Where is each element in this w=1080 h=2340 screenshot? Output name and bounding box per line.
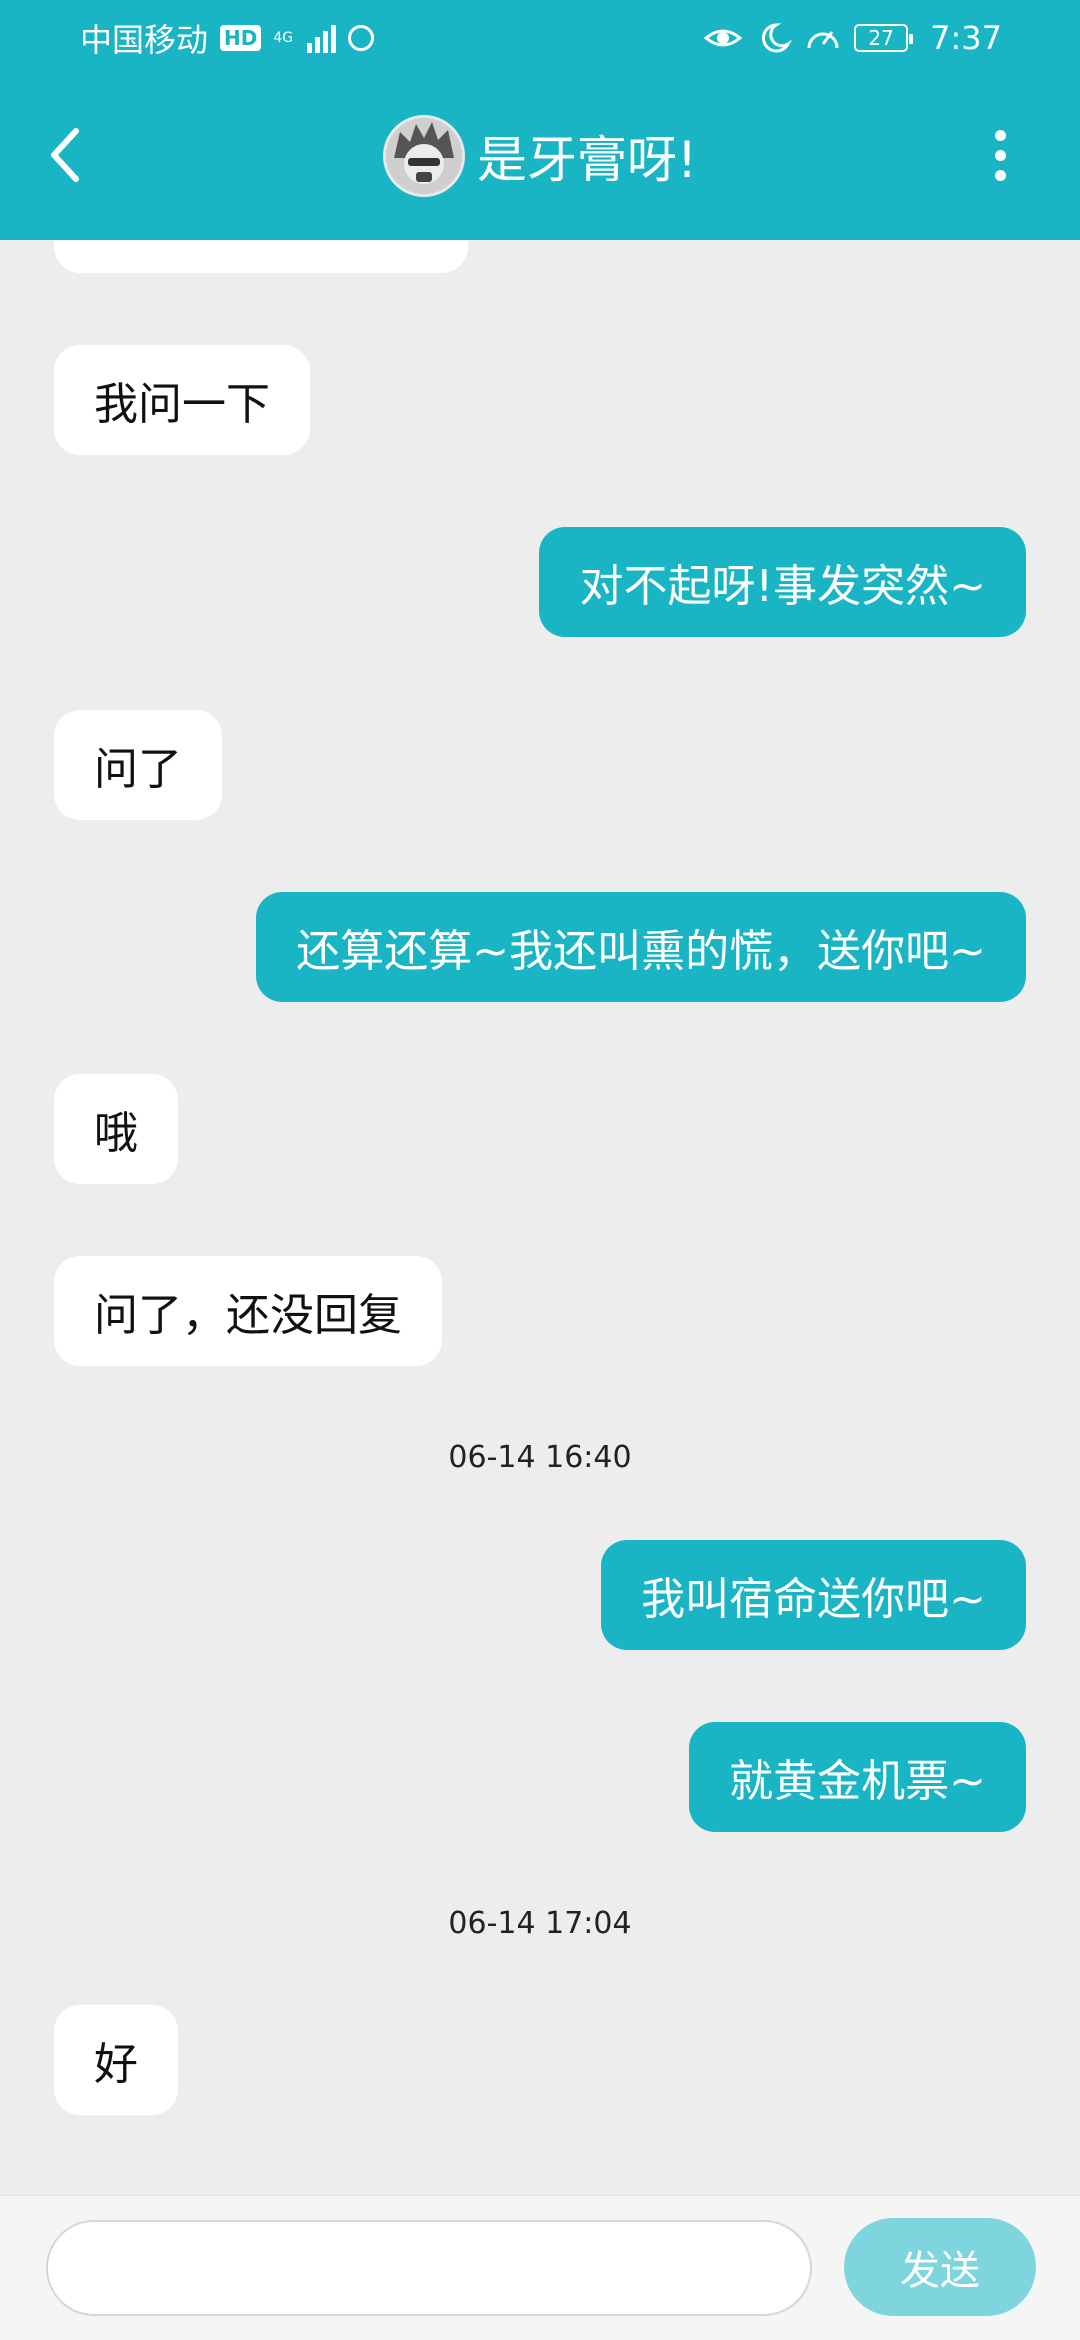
moon-icon [762,22,793,52]
message-list[interactable]: 我问一下 对不起呀!事发突然~ 问了 还算还算~我还叫熏的慌，送你吧~ 哦 问了… [0,240,1080,2195]
nav-bar: 是牙膏呀! [0,75,1080,240]
network-type: 4G [273,29,294,46]
status-bar: 中国移动 HD 4G 27 7:37 [0,0,1080,75]
message-bubble-incoming[interactable]: 问了 [54,710,222,820]
more-dot-icon [994,129,1006,141]
more-dot-icon [994,149,1006,161]
status-left: 中国移动 HD 4G [80,15,375,61]
send-button[interactable]: 发送 [844,2218,1036,2316]
signal-icon [307,23,337,53]
app-header: 中国移动 HD 4G 27 7:37 是牙膏呀! [0,0,1080,240]
message-bubble-partial[interactable] [54,240,468,273]
message-input[interactable] [46,2220,812,2316]
message-timestamp: 06-14 17:04 [448,1906,632,1941]
more-options-button[interactable] [980,115,1020,195]
battery-icon: 27 [854,23,914,52]
message-bubble-incoming[interactable]: 我问一下 [54,345,310,455]
eye-comfort-icon [704,29,743,46]
avatar[interactable] [382,115,465,197]
message-bubble-outgoing[interactable]: 我叫宿命送你吧~ [601,1540,1026,1650]
carrier-label: 中国移动 [80,20,209,59]
more-dot-icon [994,169,1006,181]
message-bubble-incoming[interactable]: 问了，还没回复 [54,1256,442,1366]
message-bubble-outgoing[interactable]: 对不起呀!事发突然~ [539,527,1026,637]
chat-header: 是牙膏呀! [0,113,1080,199]
avatar-image [385,118,462,194]
message-bubble-incoming[interactable]: 哦 [54,1074,178,1184]
hd-badge: HD [220,24,262,51]
message-timestamp: 06-14 16:40 [448,1440,632,1475]
message-bubble-outgoing[interactable]: 还算还算~我还叫熏的慌，送你吧~ [256,892,1026,1002]
composer-bar: 发送 [0,2195,1080,2340]
speed-icon [807,30,839,48]
status-right: 27 7:37 [704,19,1002,57]
clock-time: 7:37 [930,18,1002,57]
chat-title: 是牙膏呀! [476,131,698,189]
message-bubble-incoming[interactable]: 好 [54,2005,178,2115]
message-bubble-outgoing[interactable]: 就黄金机票~ [689,1722,1026,1832]
timer-icon [348,24,375,51]
